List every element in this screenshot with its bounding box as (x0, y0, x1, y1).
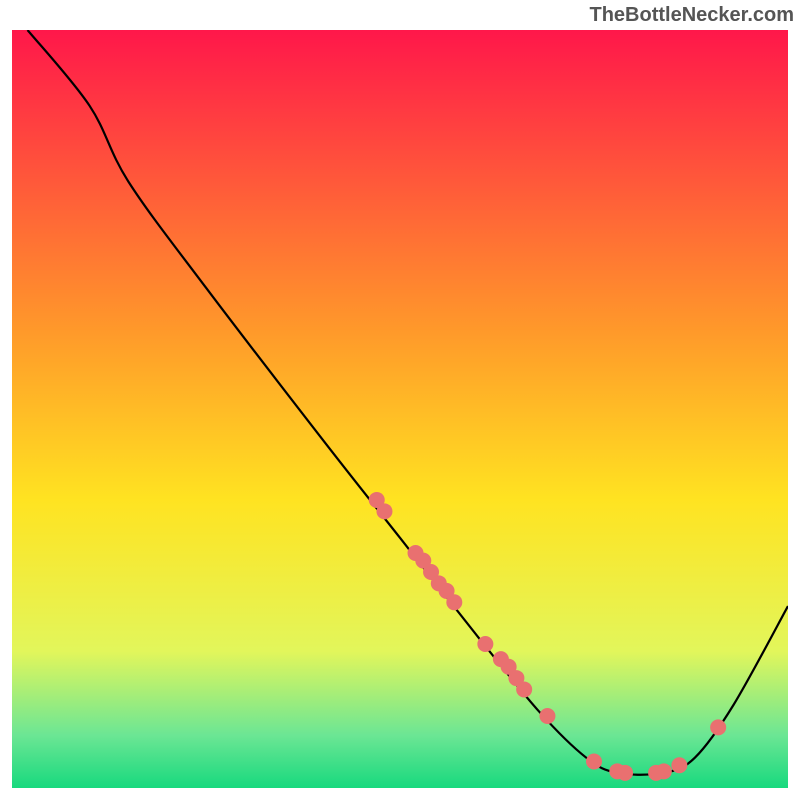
chart-background-gradient (12, 30, 788, 788)
data-point (710, 719, 726, 735)
attribution-text: TheBottleNecker.com (589, 4, 794, 27)
data-point (617, 765, 633, 781)
data-point (516, 681, 532, 697)
data-point (446, 594, 462, 610)
data-point (656, 763, 672, 779)
data-point (586, 753, 602, 769)
data-point (539, 708, 555, 724)
data-point (376, 503, 392, 519)
chart-plot-area (12, 30, 788, 788)
data-point (671, 757, 687, 773)
chart-svg (12, 30, 788, 788)
data-point (477, 636, 493, 652)
